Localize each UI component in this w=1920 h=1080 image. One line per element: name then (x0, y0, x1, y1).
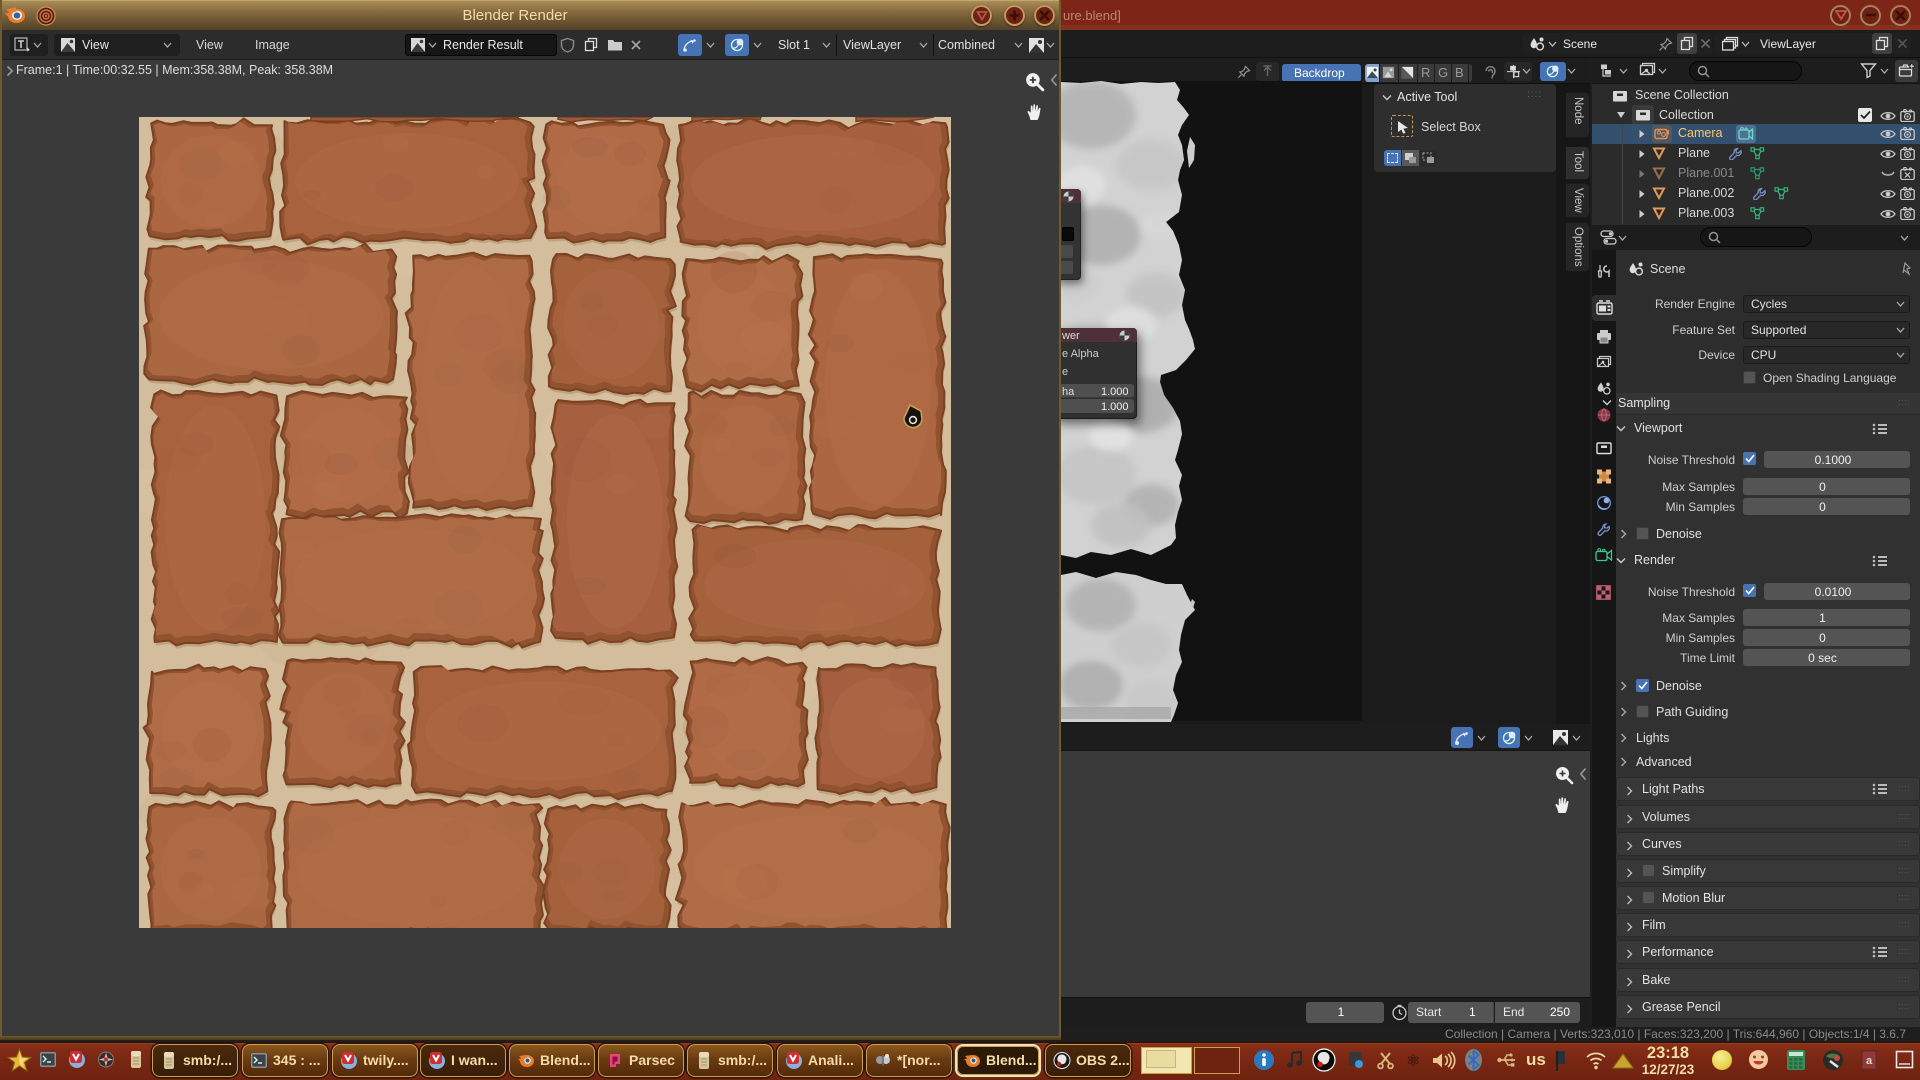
svg-text:a: a (1866, 1055, 1873, 1067)
